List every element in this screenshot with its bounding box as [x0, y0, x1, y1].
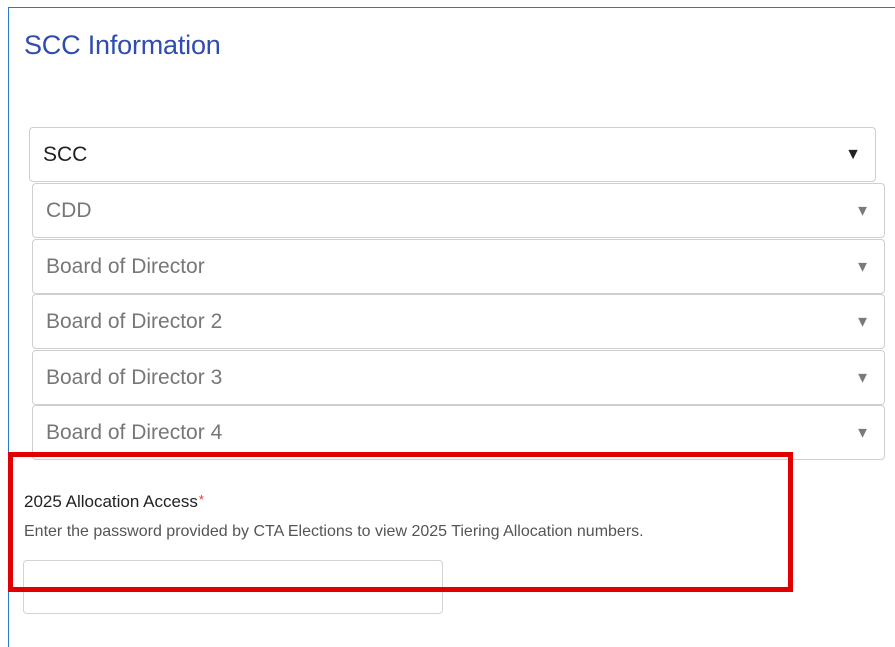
- chevron-down-icon: ▼: [855, 424, 870, 441]
- cdd-select-value: CDD: [46, 198, 92, 222]
- board-of-director-select[interactable]: Board of Director ▼: [32, 239, 885, 294]
- board-of-director-select-value: Board of Director: [46, 254, 205, 278]
- board-of-director-4-select-value: Board of Director 4: [46, 420, 223, 444]
- board-of-director-2-select-value: Board of Director 2: [46, 309, 223, 333]
- scc-select[interactable]: SCC ▼: [29, 127, 876, 182]
- chevron-down-icon: ▼: [855, 202, 870, 219]
- highlight-box: [8, 452, 793, 592]
- chevron-down-icon: ▼: [855, 258, 870, 275]
- chevron-down-icon: ▼: [845, 145, 861, 163]
- cdd-select[interactable]: CDD ▼: [32, 183, 885, 238]
- page-title: SCC Information: [24, 30, 221, 60]
- board-of-director-2-select[interactable]: Board of Director 2 ▼: [32, 294, 885, 349]
- chevron-down-icon: ▼: [855, 313, 870, 330]
- board-of-director-3-select-value: Board of Director 3: [46, 365, 223, 389]
- board-of-director-3-select[interactable]: Board of Director 3 ▼: [32, 350, 885, 405]
- chevron-down-icon: ▼: [855, 369, 870, 386]
- scc-select-value: SCC: [43, 142, 88, 166]
